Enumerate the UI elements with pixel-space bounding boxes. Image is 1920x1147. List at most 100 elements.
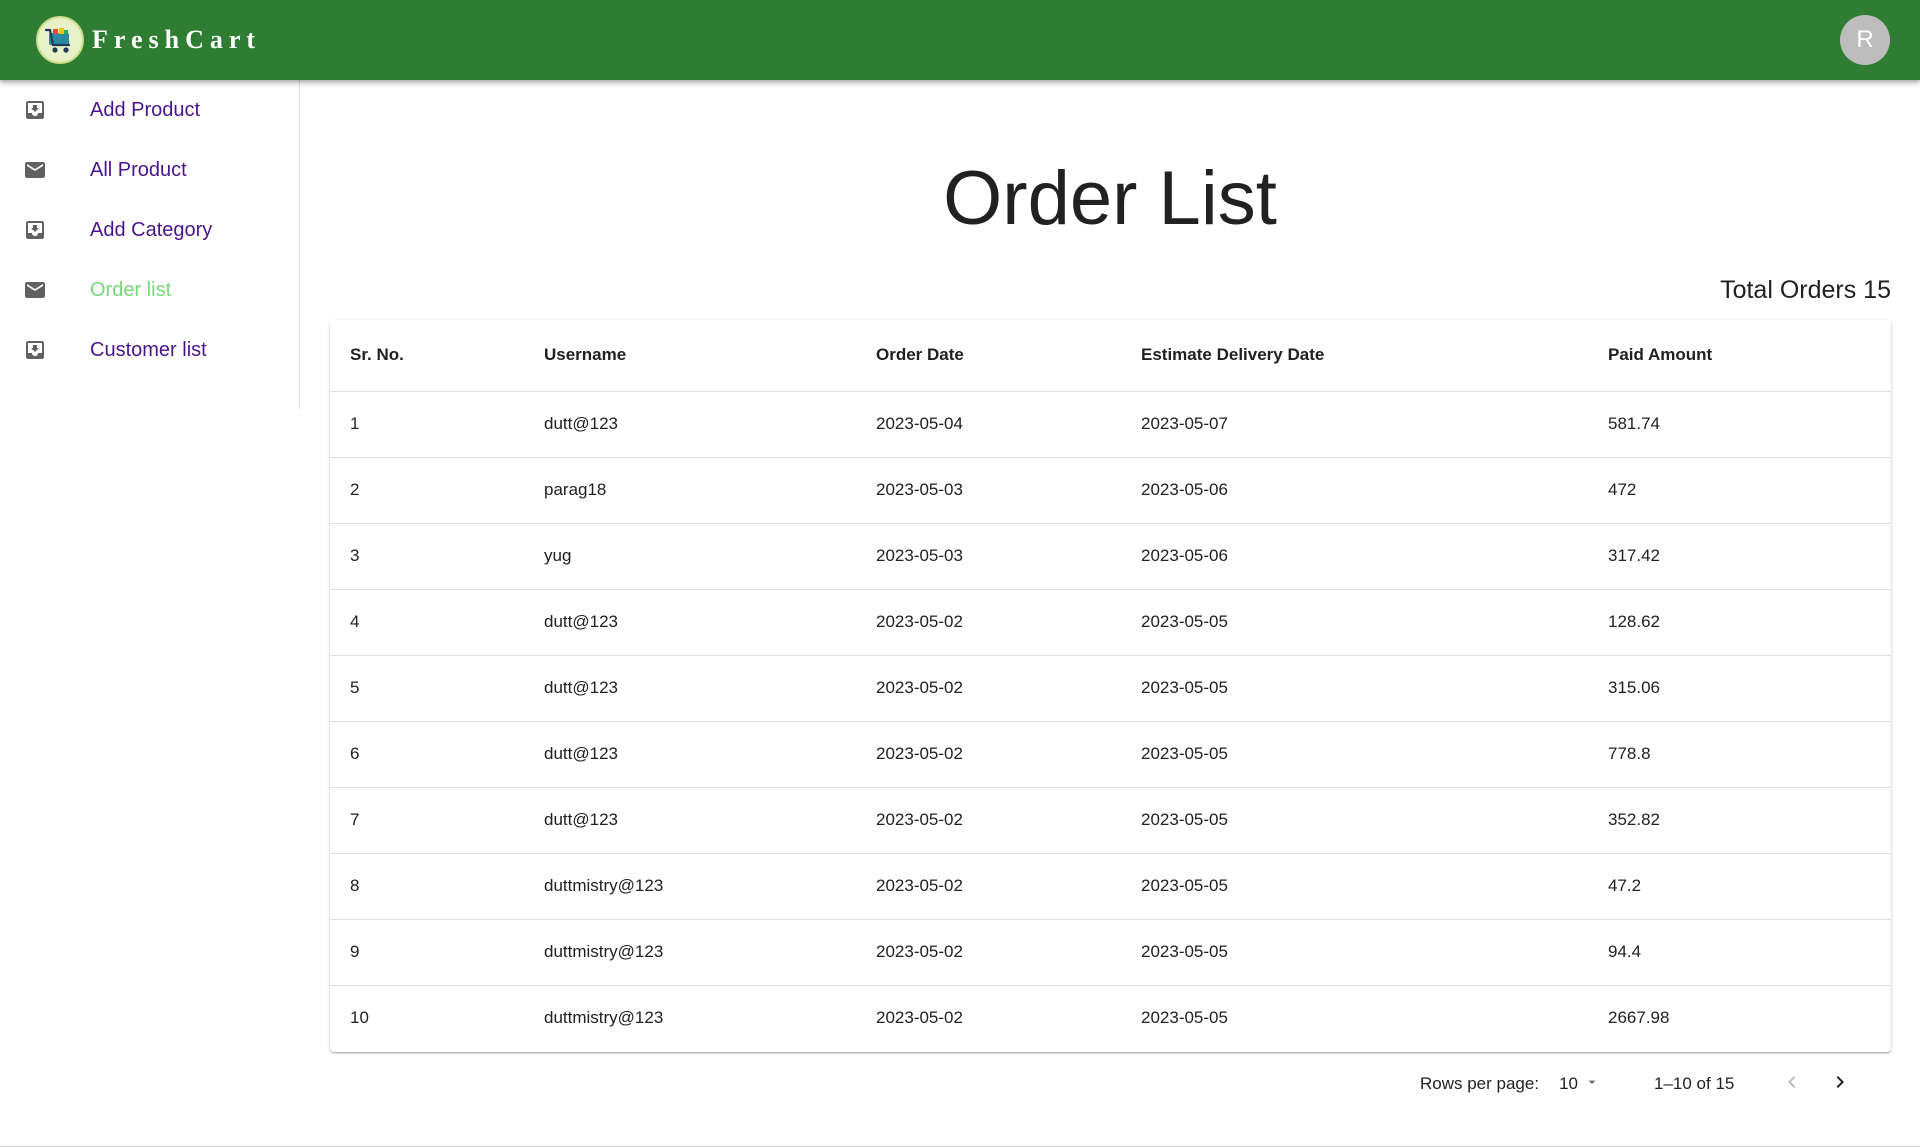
cell-username: dutt@123 — [524, 655, 856, 722]
cell-paid-amount: 778.8 — [1588, 721, 1891, 788]
pagination-range: 1–10 of 15 — [1654, 1074, 1735, 1093]
column-header-delivery-date: Estimate Delivery Date — [1121, 320, 1588, 392]
user-avatar[interactable]: R — [1840, 15, 1890, 65]
cell-username: dutt@123 — [524, 589, 856, 656]
sidebar-item-label: Order list — [90, 278, 172, 301]
mail-icon — [22, 157, 48, 183]
mail-icon — [22, 277, 48, 303]
orders-table: Sr. No. Username Order Date Estimate Del… — [330, 320, 1891, 1051]
sidebar-item-label: Customer list — [90, 338, 207, 361]
cell-order-date: 2023-05-02 — [856, 787, 1121, 854]
cell-sr-no: 6 — [330, 721, 524, 788]
cell-sr-no: 2 — [330, 457, 524, 524]
cell-order-date: 2023-05-03 — [856, 457, 1121, 524]
cell-order-date: 2023-05-02 — [856, 853, 1121, 920]
column-header-sr-no: Sr. No. — [330, 320, 524, 392]
table-row: 4 dutt@123 2023-05-02 2023-05-05 128.62 — [330, 589, 1891, 656]
table-row: 8 duttmistry@123 2023-05-02 2023-05-05 4… — [330, 853, 1891, 920]
rows-per-page-value: 10 — [1559, 1074, 1578, 1093]
sidebar-item-add-product[interactable]: Add Product — [0, 80, 299, 140]
cell-sr-no: 8 — [330, 853, 524, 920]
cell-sr-no: 10 — [350, 1008, 369, 1028]
cell-delivery-date: 2023-05-05 — [1121, 589, 1588, 656]
cell-delivery-date: 2023-05-05 — [1121, 853, 1588, 920]
move-to-inbox-icon — [22, 337, 48, 363]
brand-name: FreshCart — [92, 25, 262, 54]
cell-username: duttmistry@123 — [524, 853, 856, 920]
cell-paid-amount: 128.62 — [1588, 589, 1891, 656]
cell-order-date: 2023-05-02 — [856, 919, 1121, 986]
column-header-paid-amount: Paid Amount — [1588, 320, 1891, 392]
cell-order-date: 2023-05-02 — [876, 1008, 963, 1028]
cell-sr-no: 1 — [330, 391, 524, 458]
move-to-inbox-icon — [22, 217, 48, 243]
cell-sr-no: 4 — [330, 589, 524, 656]
cell-sr-no: 5 — [330, 655, 524, 722]
cell-paid-amount: 581.74 — [1588, 391, 1891, 458]
sidebar-item-label: All Product — [90, 158, 187, 181]
cell-order-date: 2023-05-02 — [856, 655, 1121, 722]
cell-username: dutt@123 — [524, 391, 856, 458]
cell-delivery-date: 2023-05-05 — [1121, 919, 1588, 986]
app-bar: FreshCart R — [0, 0, 1920, 80]
page-title: Order List — [943, 156, 1277, 241]
cell-order-date: 2023-05-02 — [856, 721, 1121, 788]
cell-username: yug — [524, 523, 856, 590]
cell-paid-amount: 94.4 — [1588, 919, 1891, 986]
freshcart-logo[interactable]: FreshCart — [36, 16, 261, 64]
table-header-row: Sr. No. Username Order Date Estimate Del… — [330, 320, 1891, 392]
table-row: 9 duttmistry@123 2023-05-02 2023-05-05 9… — [330, 919, 1891, 986]
table-row: 10 duttmistry@123 2023-05-02 2023-05-05 … — [330, 985, 1891, 1051]
chevron-left-icon — [1780, 1070, 1804, 1099]
cell-paid-amount: 352.82 — [1588, 787, 1891, 854]
cell-paid-amount: 472 — [1588, 457, 1891, 524]
move-to-inbox-icon — [22, 97, 48, 123]
rows-per-page-select[interactable]: 10 — [1559, 1074, 1600, 1095]
cell-username: dutt@123 — [524, 787, 856, 854]
cell-delivery-date: 2023-05-07 — [1121, 391, 1588, 458]
arrow-drop-down-icon — [1578, 1074, 1600, 1095]
cell-delivery-date: 2023-05-05 — [1121, 787, 1588, 854]
cell-username: duttmistry@123 — [524, 919, 856, 986]
orders-table-container: Sr. No. Username Order Date Estimate Del… — [330, 320, 1891, 1052]
sidebar-item-order-list[interactable]: Order list — [0, 260, 299, 320]
cell-paid-amount: 317.42 — [1588, 523, 1891, 590]
cell-paid-amount: 2667.98 — [1608, 1008, 1670, 1028]
cell-delivery-date: 2023-05-05 — [1141, 1008, 1228, 1028]
cell-order-date: 2023-05-03 — [856, 523, 1121, 590]
table-row: 5 dutt@123 2023-05-02 2023-05-05 315.06 — [330, 655, 1891, 722]
previous-page-button[interactable] — [1772, 1066, 1812, 1102]
sidebar-item-label: Add Product — [90, 98, 201, 121]
table-pagination: Rows per page: 10 1–10 of 15 — [1420, 1066, 1860, 1102]
sidebar-item-add-category[interactable]: Add Category — [0, 200, 299, 260]
table-row: 7 dutt@123 2023-05-02 2023-05-05 352.82 — [330, 787, 1891, 854]
column-header-order-date: Order Date — [856, 320, 1121, 392]
table-row: 3 yug 2023-05-03 2023-05-06 317.42 — [330, 523, 1891, 590]
sidebar: Add Product All Product Add Category Ord… — [0, 80, 300, 410]
cell-order-date: 2023-05-04 — [856, 391, 1121, 458]
sidebar-item-all-product[interactable]: All Product — [0, 140, 299, 200]
cell-order-date: 2023-05-02 — [856, 589, 1121, 656]
cell-paid-amount: 315.06 — [1588, 655, 1891, 722]
cell-username: duttmistry@123 — [544, 1008, 664, 1028]
total-orders-count: Total Orders 15 — [1720, 276, 1891, 304]
table-row: 1 dutt@123 2023-05-04 2023-05-07 581.74 — [330, 391, 1891, 458]
cell-paid-amount: 47.2 — [1588, 853, 1891, 920]
chevron-right-icon — [1828, 1070, 1852, 1099]
sidebar-item-label: Add Category — [90, 218, 213, 241]
cell-sr-no: 3 — [330, 523, 524, 590]
table-row: 6 dutt@123 2023-05-02 2023-05-05 778.8 — [330, 721, 1891, 788]
cell-delivery-date: 2023-05-06 — [1121, 457, 1588, 524]
next-page-button[interactable] — [1820, 1066, 1860, 1102]
column-header-username: Username — [524, 320, 856, 392]
cell-sr-no: 9 — [330, 919, 524, 986]
rows-per-page-label: Rows per page: — [1420, 1074, 1540, 1093]
cell-username: dutt@123 — [524, 721, 856, 788]
cell-delivery-date: 2023-05-05 — [1121, 655, 1588, 722]
table-row: 2 parag18 2023-05-03 2023-05-06 472 — [330, 457, 1891, 524]
cell-username: parag18 — [524, 457, 856, 524]
sidebar-item-customer-list[interactable]: Customer list — [0, 320, 299, 380]
cell-delivery-date: 2023-05-05 — [1121, 721, 1588, 788]
shopping-cart-icon — [36, 16, 84, 64]
cell-sr-no: 7 — [330, 787, 524, 854]
